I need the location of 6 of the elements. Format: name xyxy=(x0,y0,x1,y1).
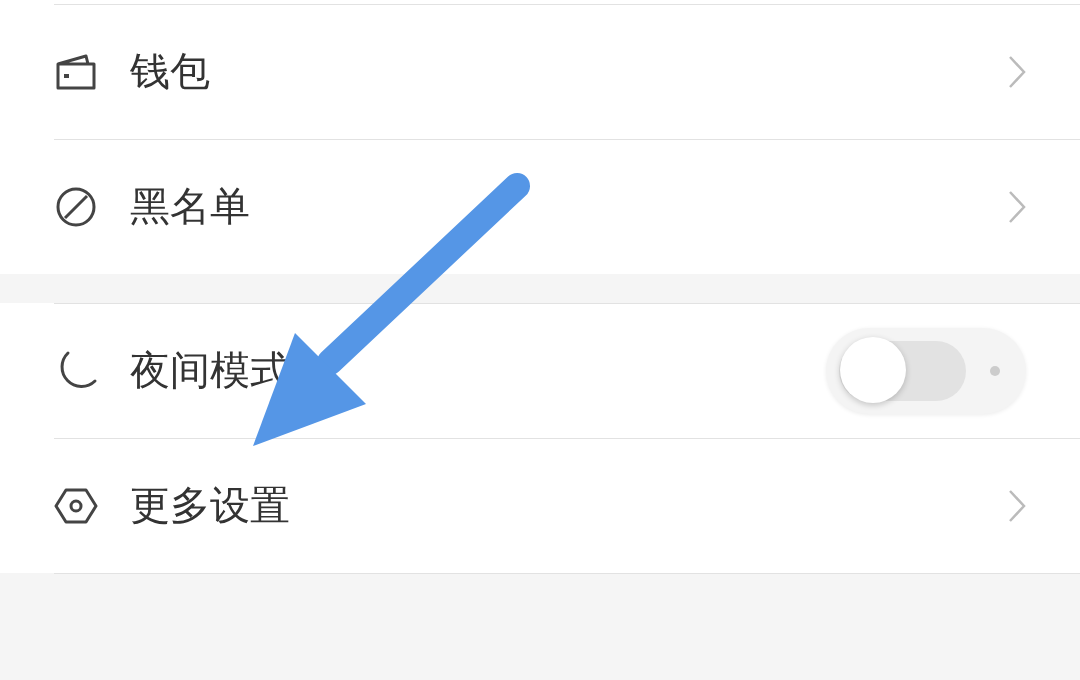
chevron-icon xyxy=(1008,54,1026,89)
setting-label[interactable]: 钱包 xyxy=(130,44,1008,99)
setting-label[interactable]: 黑名单 xyxy=(130,179,1008,234)
chevron-icon xyxy=(1008,189,1026,224)
chevron-icon xyxy=(1008,488,1026,523)
setting-label[interactable]: 更多设置 xyxy=(130,478,1008,533)
